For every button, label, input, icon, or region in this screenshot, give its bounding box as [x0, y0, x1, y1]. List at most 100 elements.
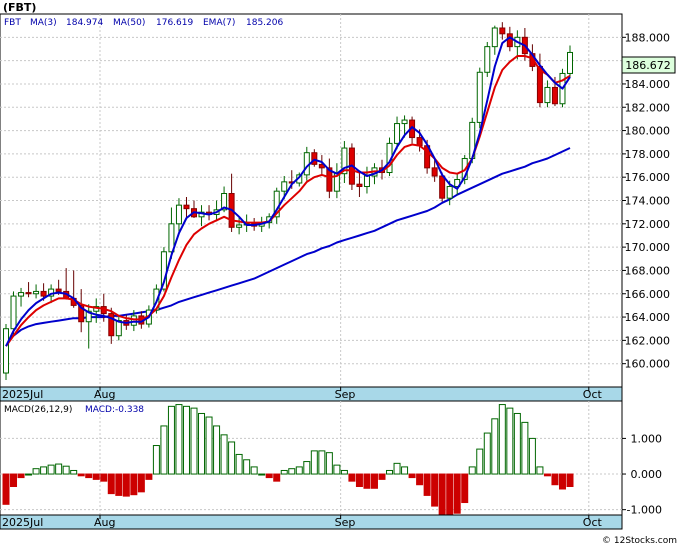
price-tick-label: 168.000 — [625, 264, 671, 277]
macd-bar — [513, 412, 521, 475]
price-tick-label: 172.000 — [625, 218, 671, 231]
macd-bar — [498, 404, 506, 475]
month-label: Oct — [583, 516, 603, 529]
candle-body — [175, 204, 182, 225]
price-tick-label: 162.000 — [625, 334, 671, 347]
price-tick-label: 180.000 — [625, 125, 671, 138]
macd-tick-label: 1.000 — [631, 432, 663, 445]
macd-bar — [25, 473, 33, 476]
legend-item: MA(3) — [30, 18, 57, 28]
macd-bar — [536, 466, 544, 475]
month-label: Aug — [94, 516, 115, 529]
macd-bar — [55, 463, 63, 475]
macd-bar — [528, 437, 536, 475]
macd-bar — [333, 464, 341, 475]
macd-bar — [566, 473, 574, 487]
macd-bar — [122, 473, 130, 497]
macd-bar — [325, 452, 333, 475]
macd-bar — [182, 405, 190, 475]
macd-bar — [558, 473, 566, 490]
macd-bar — [115, 473, 123, 496]
macd-bar — [483, 432, 491, 475]
macd-bar — [265, 473, 273, 479]
macd-bar — [543, 473, 551, 477]
month-label: Sep — [335, 516, 356, 529]
macd-bar — [453, 473, 461, 514]
macd-bar — [355, 473, 363, 487]
month-label: Aug — [94, 388, 115, 401]
month-label: Oct — [583, 388, 603, 401]
macd-bar — [175, 404, 183, 475]
candle-body — [3, 328, 9, 374]
price-tick-label: 184.000 — [625, 78, 671, 91]
month-label: 2025Jul — [2, 388, 43, 401]
month-label: 2025Jul — [2, 516, 43, 529]
macd-bar — [17, 473, 25, 479]
macd-bar — [213, 425, 221, 475]
macd-bar — [160, 425, 168, 475]
macd-bar — [461, 473, 469, 504]
price-tick-label: 170.000 — [625, 241, 671, 254]
macd-bar — [47, 464, 55, 475]
candle-body — [130, 315, 137, 326]
candle-body — [439, 175, 446, 199]
macd-bar — [235, 453, 243, 475]
candle-body — [33, 290, 40, 295]
candle-body — [394, 123, 401, 144]
macd-bar — [40, 466, 48, 475]
macd-bar — [431, 473, 439, 507]
macd-bar — [303, 461, 311, 475]
price-y-axis: 160.000 162.000 164.000 166.000 168.000 170.0… — [622, 31, 671, 371]
macd-bar — [295, 466, 303, 475]
macd-bar — [190, 407, 198, 475]
macd-bar — [393, 462, 401, 475]
candle-body — [401, 119, 408, 125]
macd-bar — [521, 421, 529, 475]
candle-body — [484, 46, 491, 73]
macd-tick-label: 0.000 — [631, 468, 663, 481]
price-tick-label: 164.000 — [625, 311, 671, 324]
macd-bar — [32, 468, 40, 475]
price-tick-label: 166.000 — [625, 288, 671, 301]
macd-bar — [145, 473, 153, 480]
legend-item: 184.974 — [66, 18, 103, 28]
candle-body — [18, 292, 25, 297]
macd-bar — [92, 473, 100, 480]
macd-bar — [62, 465, 70, 475]
legend-item: 185.206 — [246, 18, 283, 28]
price-tick-label: 160.000 — [625, 358, 671, 371]
macd-bar — [280, 469, 288, 475]
macd-bar — [551, 473, 559, 486]
macd-bar — [70, 469, 78, 475]
last-price-label: 186.672 — [625, 59, 671, 72]
macd-bar — [205, 416, 213, 475]
candle-body — [363, 175, 370, 188]
price-tick-label: 176.000 — [625, 171, 671, 184]
macd-bar — [250, 466, 258, 475]
macd-value-label: MACD:-0.338 — [85, 405, 144, 415]
price-tick-label: 188.000 — [625, 31, 671, 44]
macd-bar — [506, 407, 514, 475]
macd-bar — [85, 473, 93, 479]
macd-bar — [228, 441, 236, 475]
macd-bar — [220, 434, 228, 475]
candle-body — [476, 71, 483, 123]
candle-body — [25, 292, 32, 295]
price-tick-label: 182.000 — [625, 101, 671, 114]
candle-body — [55, 288, 62, 292]
macd-bar — [446, 473, 454, 516]
footer-credit: © 12Stocks.com — [602, 536, 677, 546]
macd-bar — [378, 473, 386, 480]
macd-tick-label: -1.000 — [627, 504, 662, 517]
macd-bar — [100, 473, 108, 482]
candle-body — [236, 224, 243, 228]
macd-title: MACD(26,12,9) — [4, 405, 72, 415]
macd-bar — [468, 466, 476, 475]
macd-bar — [137, 473, 145, 493]
legend-item: MA(50) — [113, 18, 145, 28]
macd-bar — [152, 445, 160, 475]
macd-bar — [491, 418, 499, 475]
stock-chart: 160.000 162.000 164.000 166.000 168.000 170.0… — [0, 0, 680, 546]
macd-bar — [408, 473, 416, 479]
macd-bar — [198, 412, 206, 475]
